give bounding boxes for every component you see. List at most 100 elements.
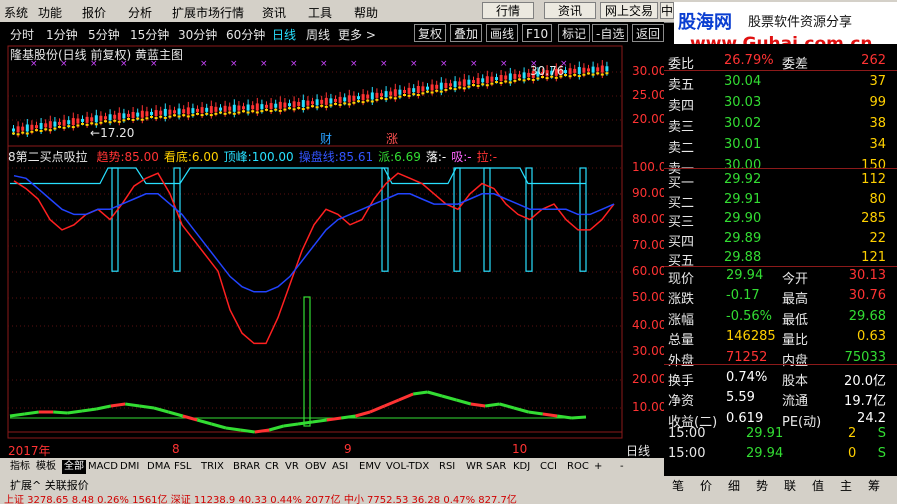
indicator-tab[interactable]: TRIX xyxy=(201,460,224,474)
indicator-axis-label: 70.00 xyxy=(632,238,667,252)
indicator-item: 吸:- xyxy=(451,150,471,164)
back-button[interactable]: 返回 xyxy=(632,24,664,42)
indicator-axis-label: 90.00 xyxy=(632,186,667,200)
indicator-tab[interactable]: MACD xyxy=(88,460,118,474)
yellow-band xyxy=(435,89,439,92)
menu-item-help[interactable]: 帮助 xyxy=(354,4,378,21)
indicator-tab[interactable]: CR xyxy=(265,460,279,474)
yellow-band xyxy=(476,84,480,87)
cross-marker: × xyxy=(230,59,238,69)
candle-body xyxy=(30,124,34,130)
indicator-tab[interactable]: CCI xyxy=(540,460,557,474)
watchlist-button[interactable]: -自选 xyxy=(592,24,629,42)
candle-body xyxy=(315,99,319,106)
candle-body xyxy=(412,88,416,93)
period-tab-more[interactable]: 更多 > xyxy=(338,26,376,43)
f10-button[interactable]: F10 xyxy=(522,24,553,42)
indicator-tab[interactable]: 指标 xyxy=(10,460,30,474)
period-tab-60min[interactable]: 60分钟 xyxy=(226,26,265,43)
menu-item-analysis[interactable]: 分析 xyxy=(128,4,152,21)
overlay-button[interactable]: 叠加 xyxy=(450,24,483,42)
bid-label: 买三 xyxy=(668,215,695,230)
adjust-button[interactable]: 复权 xyxy=(414,24,447,42)
indicator-tab[interactable]: VR xyxy=(285,460,299,474)
more-button[interactable]: 中 xyxy=(660,2,674,19)
menu-item-quote[interactable]: 报价 xyxy=(82,4,106,21)
bid-volume: 22 xyxy=(869,230,886,246)
indicator-tab[interactable]: DMA xyxy=(147,460,170,474)
yellow-band xyxy=(398,95,402,98)
stat-value: 30.13 xyxy=(848,268,886,283)
menu-item-system[interactable]: 系统 xyxy=(4,4,28,21)
indicator-tab[interactable]: RSI xyxy=(439,460,455,474)
expand-label[interactable]: 扩展^ 关联报价 xyxy=(10,477,89,493)
period-tab-timeshare[interactable]: 分时 xyxy=(10,26,34,43)
indicator-tab[interactable]: + xyxy=(594,460,602,474)
tick-price: 29.91 xyxy=(746,426,784,441)
yellow-band xyxy=(150,115,153,118)
indicator-tab[interactable]: WR xyxy=(466,460,483,474)
rise-marker[interactable]: 涨 xyxy=(386,130,398,147)
candle-body xyxy=(582,67,586,73)
indicator-tab[interactable]: 全部 xyxy=(62,460,86,474)
indicator-tab[interactable]: - xyxy=(620,460,624,474)
menu-item-news[interactable]: 资讯 xyxy=(262,4,286,21)
indicator-tab[interactable]: DMI xyxy=(120,460,139,474)
stat-label: 现价 xyxy=(668,272,695,287)
indicator-tab[interactable]: ASI xyxy=(332,460,348,474)
financial-marker[interactable]: 财 xyxy=(320,130,332,147)
yellow-band xyxy=(375,98,379,101)
indicator-tab[interactable]: ROC xyxy=(567,460,589,474)
yellow-band xyxy=(504,80,508,83)
news-button[interactable]: 资讯 xyxy=(544,2,596,19)
indicator-axis-label: 20.00 xyxy=(632,372,667,386)
quote-button[interactable]: 行情 xyxy=(482,2,534,19)
period-tab-30min[interactable]: 30分钟 xyxy=(178,26,217,43)
indicator-item: 派:6.69 xyxy=(378,150,421,164)
yellow-band xyxy=(85,123,89,126)
menu-item-extended-market[interactable]: 扩展市场行情 xyxy=(172,4,244,21)
candle-body xyxy=(568,68,572,75)
indicator-tab[interactable]: OBV xyxy=(305,460,326,474)
candle-body xyxy=(591,66,595,73)
menu-item-tools[interactable]: 工具 xyxy=(308,4,332,21)
indicator-item-label: 落: xyxy=(425,150,442,164)
indicator-tab[interactable]: SAR xyxy=(486,460,506,474)
candle-body xyxy=(605,66,609,72)
indicator-item-value: 85.00 xyxy=(124,150,159,164)
mark-button[interactable]: 标记 xyxy=(558,24,591,42)
indicator-tab[interactable]: KDJ xyxy=(513,460,530,474)
indicator-tab[interactable]: BRAR xyxy=(233,460,260,474)
candle-body xyxy=(108,114,112,121)
oscillator-segment xyxy=(513,406,529,414)
oscillator-segment xyxy=(225,426,241,432)
candle-body xyxy=(439,82,443,90)
indicator-tab[interactable]: FSL xyxy=(174,460,192,474)
yellow-band xyxy=(163,116,167,119)
indicator-tab[interactable]: EMV xyxy=(359,460,381,474)
stat-row: 换手 0.74% 股本 20.0亿 xyxy=(668,369,890,389)
stat-value: 5.59 xyxy=(726,390,755,406)
period-tab-15min[interactable]: 15分钟 xyxy=(130,26,169,43)
yellow-band xyxy=(168,115,172,118)
ask-label: 卖三 xyxy=(668,120,695,135)
indicator-tab[interactable]: 模板 xyxy=(36,460,56,474)
candle-body xyxy=(242,106,245,110)
online-trading-button[interactable]: 网上交易 xyxy=(600,2,658,19)
oscillator-segment xyxy=(556,414,572,420)
yellow-band xyxy=(274,108,278,111)
candle-body xyxy=(329,98,333,104)
period-tab-5min[interactable]: 5分钟 xyxy=(88,26,120,43)
oscillator-segment xyxy=(254,428,270,434)
yellow-band xyxy=(99,121,103,124)
period-tab-daily[interactable]: 日线 xyxy=(272,26,296,43)
candle-body xyxy=(352,95,356,101)
period-label[interactable]: 日线 xyxy=(626,442,650,459)
period-tab-1min[interactable]: 1分钟 xyxy=(46,26,78,43)
oscillator-segment xyxy=(542,412,558,418)
low-price-value: 17.20 xyxy=(100,126,135,140)
indicator-tab[interactable]: VOL-TDX xyxy=(386,460,429,474)
draw-line-button[interactable]: 画线 xyxy=(486,24,519,42)
period-tab-weekly[interactable]: 周线 xyxy=(306,26,330,43)
menu-item-function[interactable]: 功能 xyxy=(38,4,62,21)
